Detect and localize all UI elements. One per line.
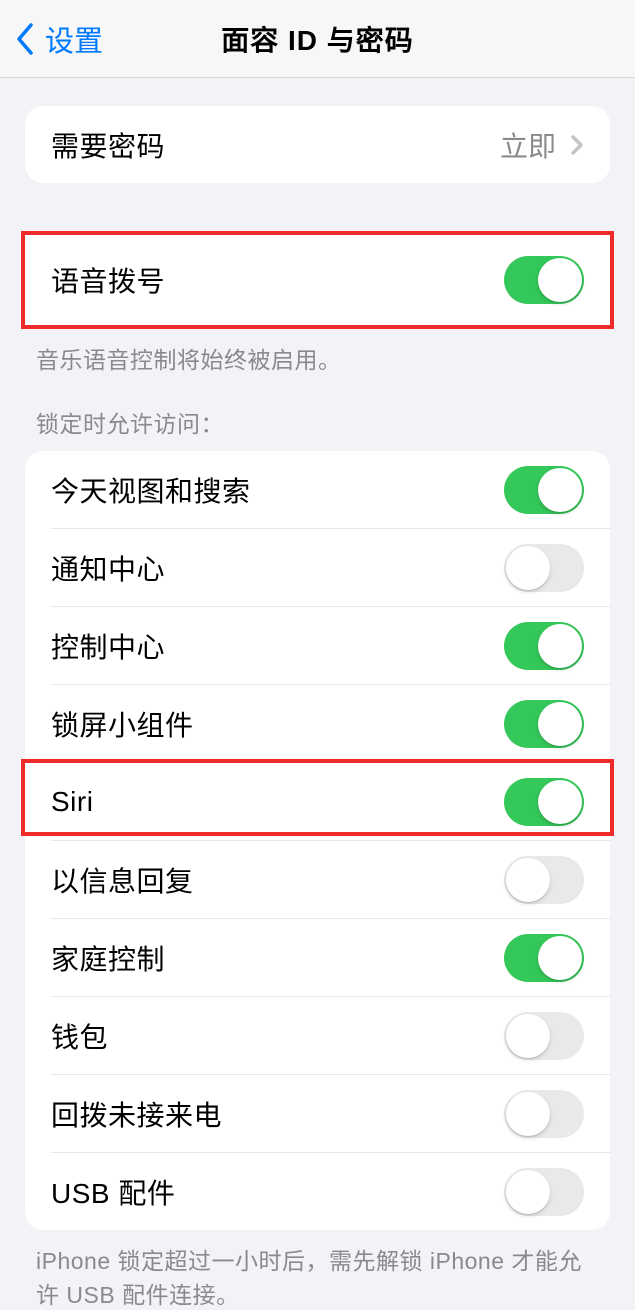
chevron-right-icon: [570, 134, 584, 156]
access-toggle-4[interactable]: [504, 778, 584, 826]
chevron-left-icon: [14, 21, 36, 57]
navigation-bar: 设置 面容 ID 与密码: [0, 0, 635, 78]
access-label: Siri: [51, 786, 93, 818]
back-label: 设置: [45, 18, 103, 60]
access-label: 钱包: [51, 1016, 108, 1056]
access-row-4: Siri: [25, 763, 610, 840]
access-row-2: 控制中心: [25, 607, 610, 684]
voice-dial-footer: 音乐语音控制将始终被启用。: [0, 329, 635, 375]
access-label: USB 配件: [51, 1172, 175, 1212]
voice-dial-label: 语音拨号: [51, 260, 165, 300]
allow-access-header: 锁定时允许访问：: [0, 405, 635, 451]
voice-dial-highlight: 语音拨号: [21, 231, 614, 329]
access-label: 以信息回复: [51, 860, 194, 900]
access-row-1: 通知中心: [25, 529, 610, 606]
require-passcode-value: 立即: [500, 125, 556, 165]
access-label: 今天视图和搜索: [51, 470, 251, 510]
voice-dial-row: 语音拨号: [25, 235, 610, 325]
access-toggle-0[interactable]: [504, 466, 584, 514]
page-title: 面容 ID 与密码: [221, 19, 414, 59]
access-row-9: USB 配件: [25, 1153, 610, 1230]
access-row-0: 今天视图和搜索: [25, 451, 610, 528]
access-label: 锁屏小组件: [51, 704, 194, 744]
access-label: 家庭控制: [51, 938, 165, 978]
access-row-7: 钱包: [25, 997, 610, 1074]
require-passcode-row[interactable]: 需要密码 立即: [25, 106, 610, 183]
allow-access-footer: iPhone 锁定超过一小时后，需先解锁 iPhone 才能允许 USB 配件连…: [0, 1230, 635, 1310]
require-passcode-label: 需要密码: [51, 125, 165, 165]
access-label: 通知中心: [51, 548, 165, 588]
access-toggle-8[interactable]: [504, 1090, 584, 1138]
allow-access-group: 今天视图和搜索通知中心控制中心锁屏小组件 Siri 以信息回复家庭控制钱包回拨未接来…: [25, 451, 610, 1230]
access-label: 回拨未接来电: [51, 1094, 222, 1134]
access-row-8: 回拨未接来电: [25, 1075, 610, 1152]
access-toggle-3[interactable]: [504, 700, 584, 748]
access-toggle-7[interactable]: [504, 1012, 584, 1060]
access-row-5: 以信息回复: [25, 841, 610, 918]
access-toggle-9[interactable]: [504, 1168, 584, 1216]
voice-dial-toggle[interactable]: [504, 256, 584, 304]
access-toggle-5[interactable]: [504, 856, 584, 904]
require-passcode-group: 需要密码 立即: [25, 106, 610, 183]
access-row-3: 锁屏小组件: [25, 685, 610, 762]
access-toggle-2[interactable]: [504, 622, 584, 670]
access-row-6: 家庭控制: [25, 919, 610, 996]
access-toggle-6[interactable]: [504, 934, 584, 982]
access-label: 控制中心: [51, 626, 165, 666]
access-toggle-1[interactable]: [504, 544, 584, 592]
back-button[interactable]: 设置: [0, 18, 103, 60]
